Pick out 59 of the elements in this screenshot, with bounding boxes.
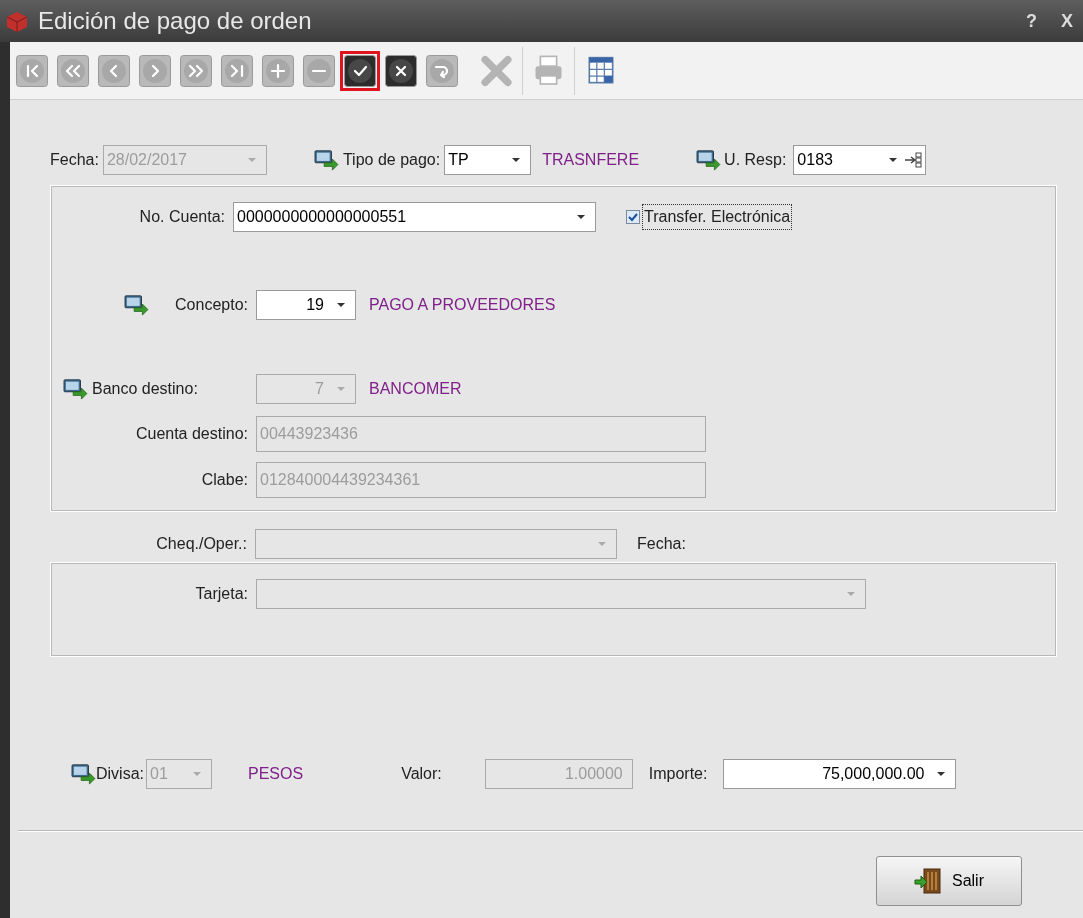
- dropdown-arrow-icon: [846, 591, 856, 597]
- dropdown-field[interactable]: 0183: [793, 145, 927, 175]
- dropdown-arrow-icon: [597, 541, 607, 547]
- description-text: BANCOMER: [369, 379, 462, 399]
- description-text: PESOS: [248, 764, 304, 784]
- help-button[interactable]: ?: [1026, 7, 1037, 35]
- dropdown-arrow-icon: [336, 386, 346, 392]
- dropdown-arrow-icon: [192, 771, 202, 777]
- field-label: Tipo de pago:: [342, 150, 441, 170]
- lookup-icon: [123, 294, 150, 316]
- field-label: Cheq./Oper.:: [156, 534, 247, 554]
- dropdown-arrow-icon: [511, 157, 522, 163]
- field-label: Banco destino:: [92, 379, 198, 399]
- field-label: Concepto:: [175, 295, 248, 315]
- save-button[interactable]: [340, 50, 380, 91]
- field-label: U. Resp:: [724, 150, 787, 170]
- previous-page-icon: [57, 54, 89, 87]
- lookup-icon: [695, 149, 722, 171]
- dropdown-field[interactable]: TP: [444, 145, 532, 175]
- door-icon: [914, 867, 942, 895]
- remove-icon: [303, 54, 335, 87]
- dropdown-arrow-icon: [936, 771, 947, 777]
- field-label: Clabe:: [201, 470, 248, 490]
- amount-field[interactable]: 75,000,000.00: [723, 759, 957, 789]
- next-page-icon: [180, 54, 212, 87]
- account-field[interactable]: 0000000000000000551: [233, 202, 596, 232]
- lookup-icon: [312, 149, 339, 171]
- exit-button[interactable]: Salir: [876, 856, 1022, 906]
- dropdown-arrow-icon: [246, 157, 257, 163]
- save-icon: [344, 54, 376, 87]
- next-icon: [139, 54, 171, 87]
- description-text: TRASNFERE: [542, 150, 640, 170]
- checkbox[interactable]: [626, 210, 640, 224]
- field-label: Importe:: [648, 764, 708, 784]
- dropdown-arrow-icon: [888, 157, 899, 163]
- field-label: Fecha:: [637, 534, 686, 554]
- previous-icon: [98, 54, 130, 87]
- field-label: No. Cuenta:: [139, 207, 225, 227]
- refresh-icon: [426, 54, 458, 87]
- lookup-icon: [70, 763, 96, 785]
- field-label: Valor:: [401, 764, 442, 784]
- app-icon: [4, 9, 30, 33]
- dropdown-field[interactable]: 19: [256, 290, 356, 320]
- add-icon: [262, 54, 294, 87]
- field-label: Divisa:: [96, 764, 144, 784]
- dropdown-arrow-icon: [336, 302, 346, 308]
- lookup-icon: [62, 378, 88, 400]
- window-title: Edición de pago de orden: [38, 6, 312, 36]
- checkbox-label[interactable]: Transfer. Electrónica: [642, 204, 793, 230]
- dropdown-arrow-icon: [576, 214, 586, 220]
- description-text: PAGO A PROVEEDORES: [369, 295, 556, 315]
- close-button[interactable]: X: [1061, 7, 1073, 35]
- last-record-icon: [221, 54, 253, 87]
- field-label: Fecha:: [50, 150, 99, 170]
- field-label: Cuenta destino:: [135, 424, 248, 444]
- hierarchy-icon: [904, 152, 923, 168]
- first-record-icon: [16, 54, 48, 87]
- cancel-icon: [385, 54, 417, 87]
- field-label: Tarjeta:: [195, 584, 248, 604]
